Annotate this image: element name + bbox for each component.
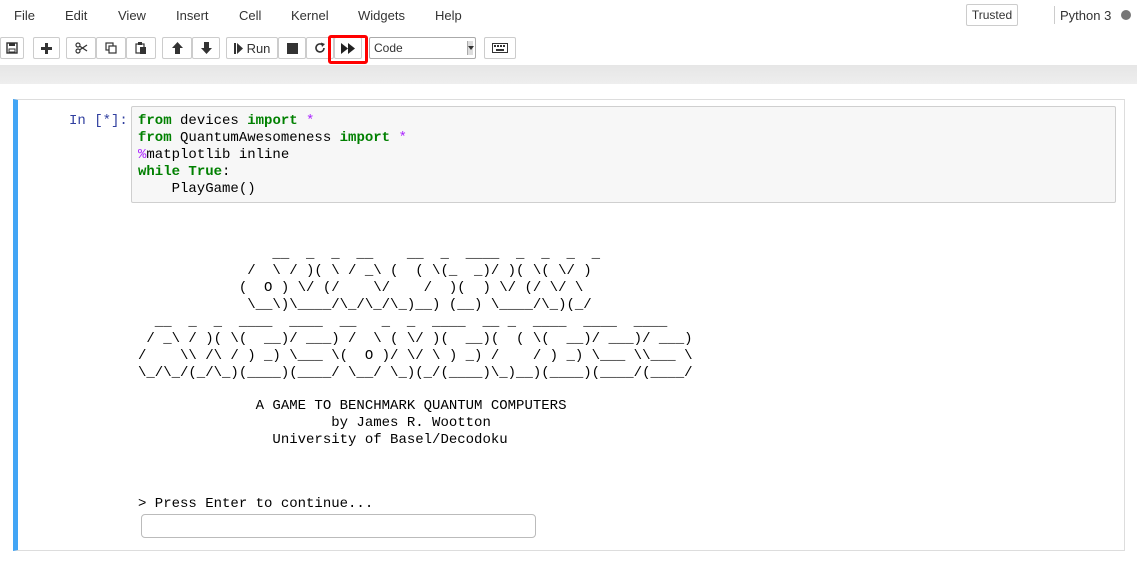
code-line: while True:	[138, 164, 231, 180]
chevron-down-icon	[467, 41, 474, 55]
kernel-busy-indicator	[1121, 10, 1131, 20]
code-line: PlayGame()	[138, 181, 256, 197]
trusted-indicator[interactable]: Trusted	[966, 4, 1018, 26]
ascii-art-line: / \ / )( \ / _\ ( ( \(_ _)/ )( \( \/ )	[138, 263, 592, 279]
ascii-art-line: \_/\_/(_/\_)(____)(____/ \__/ \_)(_/(___…	[138, 365, 693, 381]
menu-edit[interactable]: Edit	[65, 8, 87, 23]
menu-file[interactable]: File	[14, 8, 35, 23]
step-forward-icon	[233, 42, 243, 54]
paste-icon	[135, 42, 146, 54]
toolbar: Run	[0, 31, 1137, 65]
refresh-icon	[315, 42, 325, 53]
insert-cell-button[interactable]	[33, 37, 60, 59]
run-button[interactable]: Run	[226, 37, 278, 59]
keyboard-icon	[492, 43, 508, 53]
stdin-input[interactable]	[141, 514, 536, 538]
code-line: %matplotlib inline	[138, 147, 290, 163]
stop-icon	[286, 42, 298, 54]
menu-cell[interactable]: Cell	[239, 8, 261, 23]
arrow-up-icon	[171, 42, 183, 54]
menu-view[interactable]: View	[118, 8, 146, 23]
command-palette-button[interactable]	[484, 37, 516, 59]
interrupt-kernel-button[interactable]	[278, 37, 306, 59]
cell-type-select[interactable]: Code	[369, 37, 476, 59]
run-all-highlight	[328, 35, 368, 64]
ascii-art-line: __ _ _ __ __ _ ____ _ _ _ _	[138, 246, 601, 262]
move-up-button[interactable]	[162, 37, 192, 59]
menu-insert[interactable]: Insert	[176, 8, 209, 23]
copy-icon	[105, 42, 117, 54]
ascii-art-line: \__\)\____/\_/\_/\_)__) (__) \____/\_)(_…	[138, 297, 592, 313]
cell-type-value: Code	[374, 41, 403, 55]
cut-button[interactable]	[66, 37, 96, 59]
save-icon	[6, 42, 18, 54]
scissors-icon	[74, 42, 87, 54]
menu-kernel[interactable]: Kernel	[291, 8, 329, 23]
code-line: from devices import *	[138, 113, 315, 129]
cell-prompt: In [*]:	[69, 113, 128, 129]
ascii-art-line: __ _ _ ____ ____ __ _ _ ____ __ _ ____ _…	[138, 314, 668, 330]
game-author: by James R. Wootton	[138, 415, 491, 431]
ascii-art-line: / _\ / )( \( __)/ ___) / \ ( \/ )( __)( …	[138, 331, 693, 347]
move-down-button[interactable]	[192, 37, 220, 59]
copy-button[interactable]	[96, 37, 126, 59]
plus-icon	[41, 42, 52, 54]
input-prompt: > Press Enter to continue...	[138, 496, 374, 512]
arrow-down-icon	[200, 42, 212, 54]
ascii-art-line: ( O ) \/ (/ \/ / )( ) \/ (/ \/ \	[138, 280, 584, 296]
header-divider	[0, 65, 1137, 84]
code-line: from QuantumAwesomeness import *	[138, 130, 407, 146]
run-label: Run	[246, 40, 271, 56]
kernel-separator	[1054, 6, 1055, 24]
menu-widgets[interactable]: Widgets	[358, 8, 405, 23]
game-title: A GAME TO BENCHMARK QUANTUM COMPUTERS	[138, 398, 567, 414]
paste-button[interactable]	[126, 37, 156, 59]
menubar: File Edit View Insert Cell Kernel Widget…	[0, 0, 1137, 31]
save-button[interactable]	[0, 37, 24, 59]
game-affiliation: University of Basel/Decodoku	[138, 432, 508, 448]
ascii-art-line: / \\ /\ / ) _) \___ \( O )/ \/ \ ) _) / …	[138, 348, 693, 364]
menu-help[interactable]: Help	[435, 8, 462, 23]
kernel-name: Python 3	[1060, 8, 1112, 23]
